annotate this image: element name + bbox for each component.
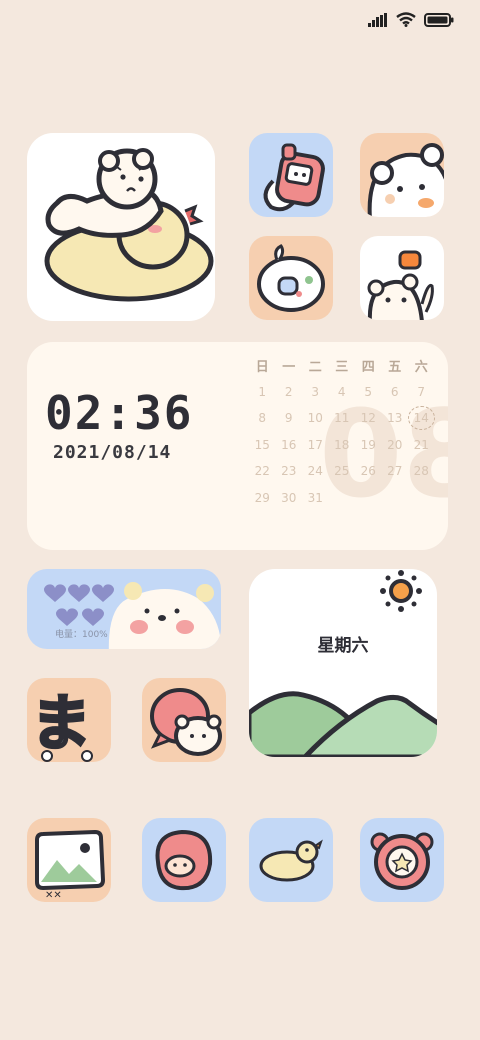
calendar-week: 29 30 31: [249, 485, 445, 512]
calendar-day: 13: [387, 411, 403, 426]
weekday-label: 星期六: [317, 636, 369, 656]
yellow-chick-icon: [259, 839, 323, 882]
calendar-day: 10: [307, 411, 323, 426]
calendar-week: 22 23 24 25 26 27 28: [249, 458, 445, 485]
calendar-day: 11: [334, 411, 350, 426]
calendar-day: 15: [254, 437, 270, 452]
calendar-day: 17: [307, 437, 323, 452]
calendar-day: 2: [284, 384, 293, 399]
calendar-day: 1: [258, 384, 267, 399]
clock-date: 2021/08/14: [53, 442, 172, 463]
calendar-week: 15 16 17 18 19 20 21: [249, 432, 445, 459]
calendar-day: 23: [281, 464, 297, 479]
calendar-day-today: 14: [408, 406, 435, 431]
calendar-weekday: 二: [308, 359, 322, 375]
calendar-week: 8 9 10 11 12 13 14: [249, 405, 445, 432]
calendar-day: 31: [307, 490, 323, 505]
calendar-day: 22: [254, 464, 270, 479]
calendar-day: 29: [254, 490, 270, 505]
sun-icon: [380, 570, 422, 612]
calendar-day: 7: [417, 384, 426, 399]
calendar-week: 1 2 3 4 5 6 7: [249, 379, 445, 406]
chat-bear-app[interactable]: [142, 678, 226, 762]
weekday-widget[interactable]: 星期六: [249, 569, 437, 757]
speech-bubble-bear-icon: [150, 688, 222, 756]
calendar-weekday: 四: [361, 359, 375, 375]
calendar-weekday: 五: [388, 359, 402, 375]
battery-icon: [424, 12, 454, 27]
bear-head-icon: [370, 832, 434, 890]
letter-ma-icon: ま: [30, 688, 93, 762]
letter-ma-app[interactable]: ま: [27, 678, 111, 762]
calendar-day: 12: [360, 411, 376, 426]
bear-waving-app[interactable]: [360, 236, 444, 320]
walkie-talkie-app[interactable]: [249, 133, 333, 217]
calendar-day: 28: [413, 464, 429, 479]
bear-head-app[interactable]: [360, 818, 444, 902]
calendar-day: 20: [387, 437, 403, 452]
svg-text:ま: ま: [31, 689, 91, 759]
calendar-day: 18: [334, 437, 350, 452]
calendar-day: 9: [284, 411, 293, 426]
calendar-weekday: 三: [335, 359, 349, 375]
bunny-balloon-app[interactable]: [249, 236, 333, 320]
photo-gallery-icon: ✕✕: [35, 829, 106, 901]
clock-time: 02:36: [45, 386, 194, 440]
chick-app[interactable]: [249, 818, 333, 902]
calendar-day: 3: [311, 384, 320, 399]
gallery-app[interactable]: ✕✕: [27, 818, 111, 902]
battery-widget[interactable]: 电量：100%: [27, 569, 221, 649]
calendar-day: 4: [337, 384, 346, 399]
bear-face-app[interactable]: [360, 133, 444, 217]
calendar-weekday: 日: [255, 359, 269, 375]
clock-calendar-widget[interactable]: 08 02:36 2021/08/14 日 一 二 三 四 五 六 1 2 3 …: [27, 342, 448, 550]
calendar-day: 21: [413, 437, 429, 452]
calendar-day: 16: [281, 437, 297, 452]
pink-blob-app[interactable]: [142, 818, 226, 902]
signal-icon: [368, 12, 387, 27]
mountains-icon: [249, 691, 437, 757]
status-bar: [368, 12, 454, 27]
pink-blob-icon: [155, 829, 213, 891]
calendar-weekday: 六: [414, 359, 428, 375]
calendar-day: 27: [387, 464, 403, 479]
battery-level-label: 电量：100%: [55, 630, 108, 640]
bear-waving-icon: [367, 250, 434, 320]
calendar-day: 26: [360, 464, 376, 479]
calendar-day: 5: [364, 384, 373, 399]
calendar-day: 8: [258, 411, 267, 426]
calendar-weekday-header: 日 一 二 三 四 五 六: [249, 352, 445, 379]
walkie-talkie-icon: [263, 143, 325, 212]
bunny-balloon-icon: [257, 244, 325, 312]
calendar-grid: 日 一 二 三 四 五 六 1 2 3 4 5 6 7 8 9 10 11 12…: [249, 352, 445, 511]
bear-sticker-widget[interactable]: [27, 133, 215, 321]
calendar-day: 30: [281, 490, 297, 505]
calendar-day: 24: [307, 464, 323, 479]
wifi-icon: [396, 12, 416, 27]
calendar-day: 25: [334, 464, 350, 479]
svg-text:✕✕: ✕✕: [45, 890, 62, 901]
calendar-day: 6: [390, 384, 399, 399]
calendar-day: 19: [360, 437, 376, 452]
calendar-weekday: 一: [282, 359, 296, 375]
bear-face-peek-icon: [367, 143, 444, 217]
bear-on-chick-sticker-icon: [44, 148, 214, 302]
